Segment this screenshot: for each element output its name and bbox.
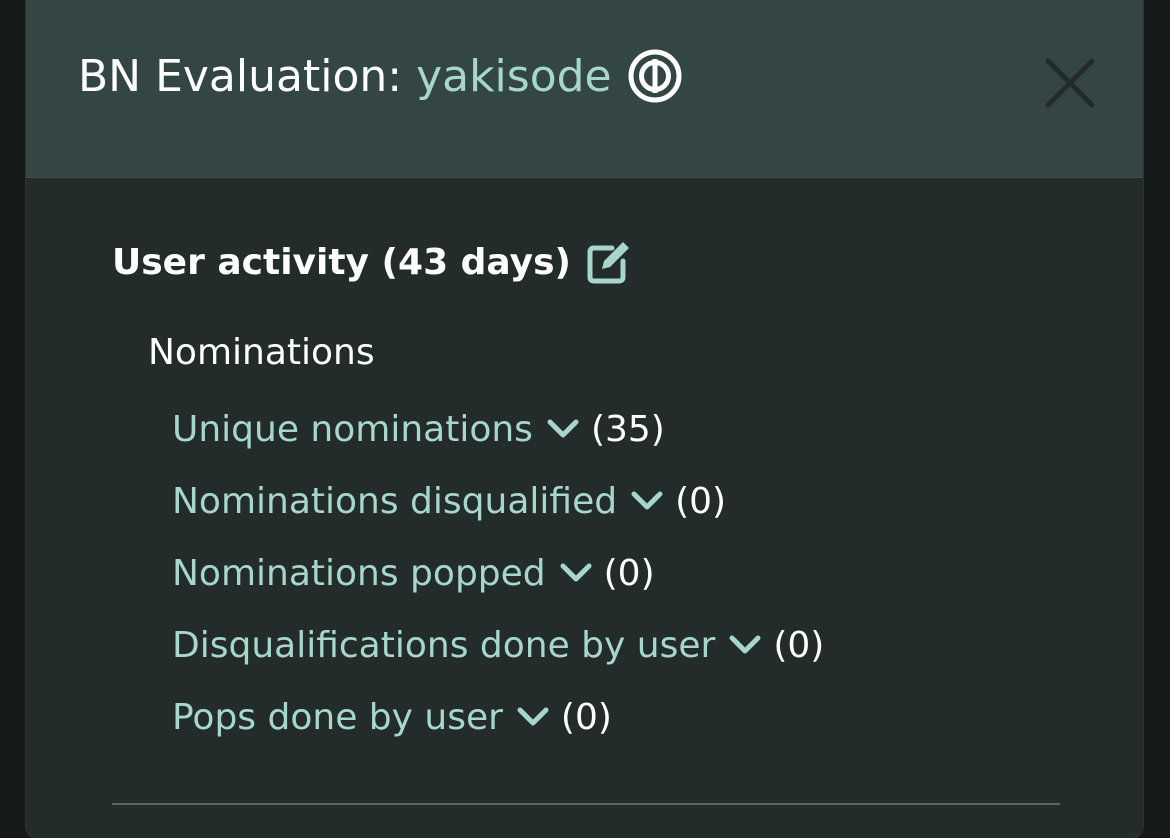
nominations-subheading: Nominations [148,332,375,373]
username-link[interactable]: yakisode [416,51,612,102]
stat-count: (0) [560,696,612,738]
chevron-down-icon[interactable] [515,699,551,735]
user-activity-heading: User activity (43 days) [112,236,633,288]
osu-mode-icon [628,49,682,103]
stat-disqualifications-by-user: Disqualifications done by user (0) [172,609,824,681]
modal-title: BN Evaluation: yakisode [78,46,682,106]
close-icon[interactable] [1038,51,1102,115]
stat-label[interactable]: Pops done by user [172,697,503,738]
stat-label[interactable]: Nominations disqualified [172,481,617,522]
edit-icon[interactable] [585,238,633,286]
stat-unique-nominations: Unique nominations (35) [172,393,824,465]
chevron-down-icon[interactable] [629,483,665,519]
stat-count: (0) [675,480,727,522]
modal-header: BN Evaluation: yakisode [26,0,1143,178]
stat-label[interactable]: Disqualifications done by user [172,625,715,666]
stat-count: (35) [590,408,665,450]
user-activity-heading-text: User activity (43 days) [112,241,571,283]
chevron-down-icon[interactable] [727,627,763,663]
section-divider [112,803,1060,805]
modal-title-prefix: BN Evaluation: [78,50,403,102]
stat-count: (0) [773,624,825,666]
stat-label[interactable]: Nominations popped [172,553,546,594]
stat-nominations-disqualified: Nominations disqualified (0) [172,465,824,537]
stat-label[interactable]: Unique nominations [172,409,533,450]
chevron-down-icon[interactable] [545,411,581,447]
stat-count: (0) [603,552,655,594]
evaluation-modal: BN Evaluation: yakisode User activity (4… [26,0,1143,838]
stat-pops-by-user: Pops done by user (0) [172,681,824,753]
stat-nominations-popped: Nominations popped (0) [172,537,824,609]
activity-stat-list: Unique nominations (35) Nominations disq… [172,393,824,753]
chevron-down-icon[interactable] [558,555,594,591]
